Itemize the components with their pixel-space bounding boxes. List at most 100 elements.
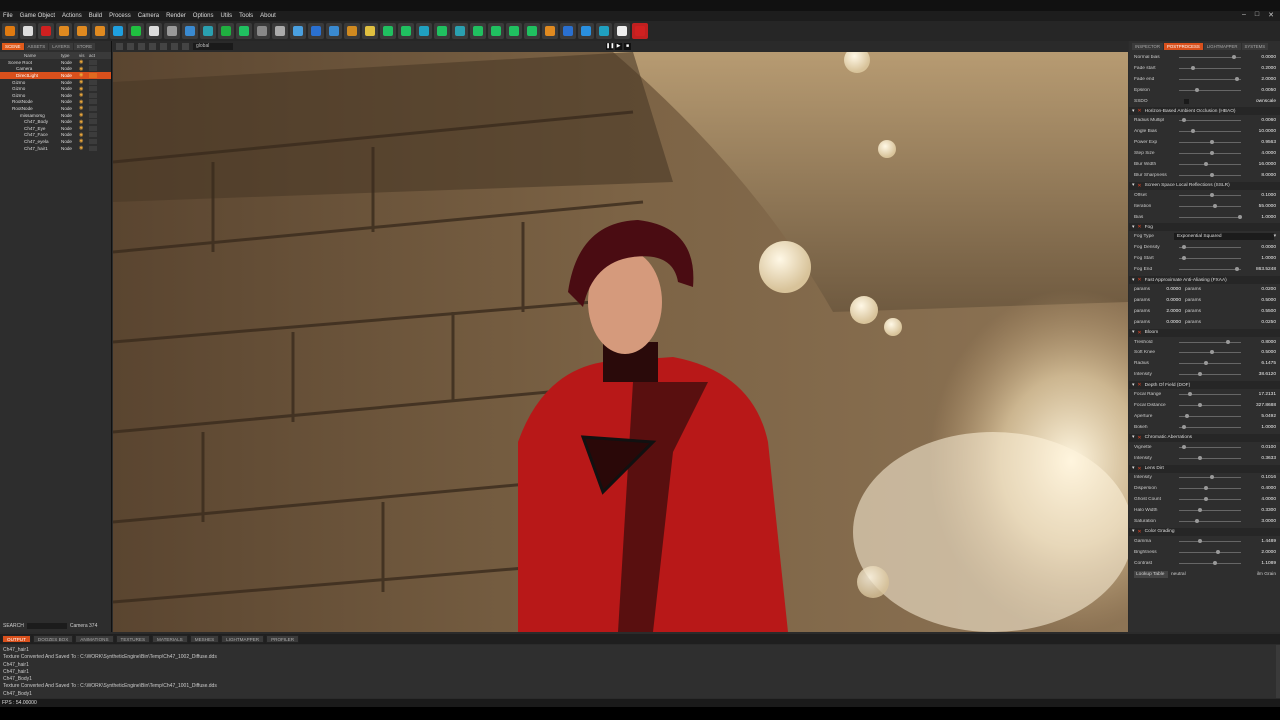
menu-process[interactable]: Process <box>109 13 131 19</box>
property-slider[interactable] <box>1179 497 1241 502</box>
menu-utils[interactable]: Utils <box>220 13 232 19</box>
settings-icon[interactable] <box>614 23 630 39</box>
slider-knob[interactable] <box>1182 444 1187 449</box>
globe-icon[interactable] <box>578 23 594 39</box>
remove-effect-icon[interactable]: ✕ <box>1137 108 1141 114</box>
tab-materials[interactable]: MATERIALS <box>152 635 188 643</box>
property-value[interactable]: 0.0000 <box>1156 298 1181 303</box>
tab-output[interactable]: OUTPUT <box>2 635 31 643</box>
property-slider[interactable] <box>1179 76 1241 81</box>
property-slider[interactable] <box>1179 549 1241 554</box>
hierarchy-row[interactable]: Ch47_Face Node ◉ <box>0 132 111 139</box>
visibility-eye-icon[interactable]: ◉ <box>79 99 89 105</box>
slider-knob[interactable] <box>1237 214 1242 219</box>
cube7-icon[interactable] <box>434 23 450 39</box>
hierarchy-row[interactable]: missamorsg Node ◉ <box>0 112 111 119</box>
menu-options[interactable]: Options <box>193 13 214 19</box>
slider-knob[interactable] <box>1197 508 1202 513</box>
slider-knob[interactable] <box>1197 538 1202 543</box>
slider-knob[interactable] <box>1203 486 1208 491</box>
property-slider[interactable] <box>1179 560 1241 565</box>
logo-icon[interactable] <box>2 23 18 39</box>
visibility-eye-icon[interactable]: ◉ <box>79 119 89 125</box>
lut-value[interactable]: neutral <box>1171 572 1257 577</box>
property-value[interactable]: 8.0000 <box>1246 173 1276 178</box>
tab-systems[interactable]: SYSTEMS <box>1241 43 1269 50</box>
property-slider[interactable] <box>1179 172 1241 177</box>
property-slider[interactable] <box>1179 161 1241 166</box>
viewport-toggle-5[interactable] <box>160 43 167 50</box>
bookmark-icon[interactable] <box>542 23 558 39</box>
property-value[interactable]: 4.0000 <box>1246 497 1276 502</box>
property-value[interactable]: 0.1016 <box>1246 475 1276 480</box>
select-arrow-icon[interactable] <box>56 23 72 39</box>
collapse-arrow-icon[interactable]: ▾ <box>1132 330 1134 335</box>
property-slider[interactable] <box>1179 118 1241 123</box>
slider-knob[interactable] <box>1231 54 1236 59</box>
menu-actions[interactable]: Actions <box>62 13 82 19</box>
property-slider[interactable] <box>1179 519 1241 523</box>
slider-knob[interactable] <box>1194 519 1199 523</box>
cube-icon[interactable] <box>182 23 198 39</box>
viewport-toggle-2[interactable] <box>127 43 134 50</box>
hierarchy-row[interactable]: RootNode Node ◉ <box>0 99 111 106</box>
world-icon[interactable] <box>596 23 612 39</box>
remove-effect-icon[interactable]: ✕ <box>1137 466 1141 472</box>
visibility-eye-icon[interactable]: ◉ <box>79 86 89 92</box>
scene-viewport[interactable] <box>113 52 1128 632</box>
hand-icon[interactable] <box>380 23 396 39</box>
property-value[interactable]: 10.0000 <box>1246 129 1276 134</box>
slider-knob[interactable] <box>1210 140 1214 145</box>
collapse-arrow-icon[interactable]: ▾ <box>1132 435 1134 440</box>
leaf2-icon[interactable] <box>524 23 540 39</box>
active-toggle[interactable] <box>89 99 97 105</box>
slider-knob[interactable] <box>1197 372 1202 377</box>
active-toggle[interactable] <box>89 59 97 65</box>
rotate-icon[interactable] <box>92 23 108 39</box>
hierarchy-row[interactable]: RootNode Node ◉ <box>0 105 111 112</box>
property-value[interactable]: 1.1089 <box>1246 561 1276 566</box>
landscape-icon[interactable] <box>344 23 360 39</box>
slider-knob[interactable] <box>1182 256 1187 261</box>
cube4-icon[interactable] <box>290 23 306 39</box>
slider-knob[interactable] <box>1191 65 1196 70</box>
property-value[interactable]: 1.0000 <box>1246 256 1276 261</box>
space-dropdown[interactable]: global <box>193 43 233 50</box>
property-slider[interactable] <box>1179 538 1241 543</box>
active-toggle[interactable] <box>89 79 97 85</box>
property-value[interactable]: 38.6120 <box>1246 372 1276 377</box>
move-icon[interactable] <box>74 23 90 39</box>
database-icon[interactable] <box>254 23 270 39</box>
property-slider[interactable] <box>1179 486 1241 491</box>
property-value[interactable]: 2.0000 <box>1246 550 1276 555</box>
camera-icon[interactable] <box>560 23 576 39</box>
hierarchy-row[interactable]: Scene Root Node ◉ <box>0 59 111 66</box>
property-value[interactable]: 0.0250 <box>1207 320 1276 325</box>
property-slider[interactable] <box>1179 475 1241 480</box>
active-toggle[interactable] <box>89 105 97 111</box>
collapse-arrow-icon[interactable]: ▾ <box>1132 529 1134 534</box>
property-slider[interactable] <box>1179 339 1241 344</box>
property-slider[interactable] <box>1179 65 1241 70</box>
slider-knob[interactable] <box>1185 413 1190 418</box>
property-value[interactable]: 16.0000 <box>1246 162 1276 167</box>
property-value[interactable]: 2.0000 <box>1156 309 1181 314</box>
active-toggle[interactable] <box>89 138 97 144</box>
visibility-eye-icon[interactable]: ◉ <box>79 66 89 72</box>
property-value[interactable]: 0.3633 <box>1246 456 1276 461</box>
property-value[interactable]: 0.4000 <box>1246 486 1276 491</box>
stop-icon[interactable]: ■ <box>624 43 631 50</box>
slider-knob[interactable] <box>1234 76 1239 81</box>
viewport-toggle-7[interactable] <box>182 43 189 50</box>
hierarchy-row[interactable]: DirectLight Node ◉ <box>0 72 111 79</box>
slider-knob[interactable] <box>1182 245 1187 250</box>
tab-meshes[interactable]: MESHES <box>189 635 220 643</box>
leaf-icon[interactable] <box>398 23 414 39</box>
property-value[interactable]: 0.3300 <box>1246 508 1276 513</box>
slider-knob[interactable] <box>1210 350 1214 355</box>
slider-knob[interactable] <box>1213 560 1218 565</box>
property-slider[interactable] <box>1179 392 1241 397</box>
viewport-toggle-4[interactable] <box>149 43 156 50</box>
section-header[interactable]: ▾ ✕ Horizon-Based Ambient Occlusion (HBAO) <box>1129 107 1280 116</box>
visibility-eye-icon[interactable]: ◉ <box>79 59 89 65</box>
